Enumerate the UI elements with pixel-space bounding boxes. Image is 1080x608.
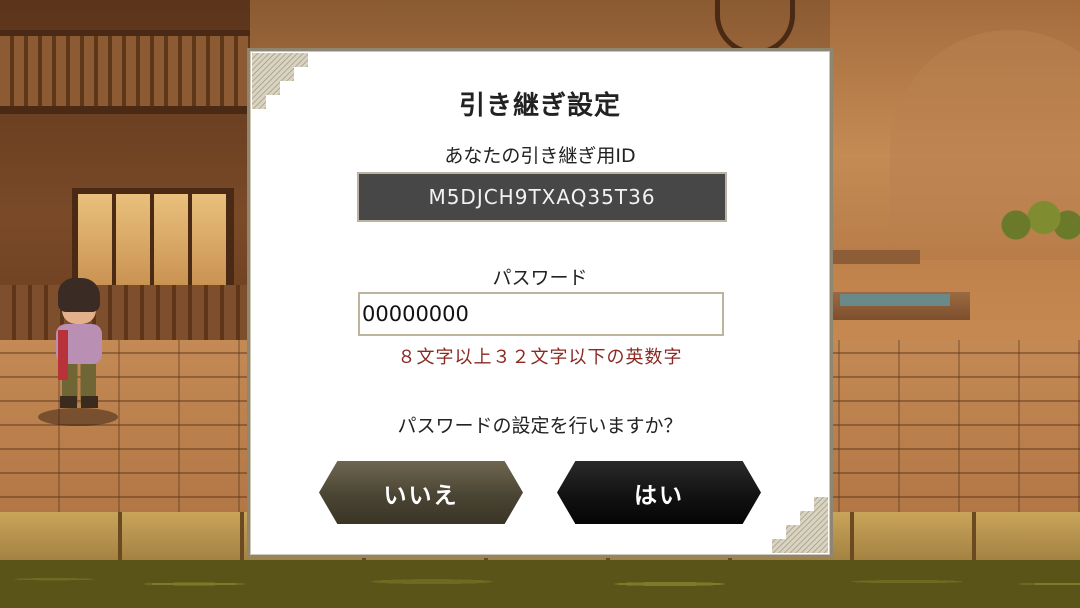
building-balcony xyxy=(0,30,250,114)
fountain-water xyxy=(840,294,950,306)
bushes xyxy=(0,560,1080,608)
password-label: パスワード xyxy=(492,267,588,289)
player-character xyxy=(38,278,118,428)
corner-ornament-icon xyxy=(772,497,828,553)
password-input[interactable] xyxy=(358,292,724,336)
character-hair xyxy=(58,278,100,312)
transfer-settings-dialog: 引き継ぎ設定 あなたの引き継ぎ用ID M5DJCH9TXAQ35T36 パスワー… xyxy=(247,48,833,558)
yes-button-label: はい xyxy=(634,482,684,509)
character-scarf xyxy=(58,330,68,380)
plaza-step xyxy=(830,250,920,264)
no-button-label: いいえ xyxy=(383,482,459,509)
yes-button[interactable]: はい xyxy=(557,461,761,524)
confirm-question: パスワードの設定を行いますか？ xyxy=(397,415,683,437)
transfer-id-value: M5DJCH9TXAQ35T36 xyxy=(357,172,727,222)
password-hint: ８文字以上３２文字以下の英数字 xyxy=(397,347,683,368)
no-button[interactable]: いいえ xyxy=(319,461,523,524)
trees xyxy=(1000,195,1080,245)
transfer-id-label: あなたの引き継ぎ用ID xyxy=(444,145,636,167)
dialog-title: 引き継ぎ設定 xyxy=(458,91,621,121)
character-shadow xyxy=(38,408,118,426)
character-boots xyxy=(60,396,98,408)
